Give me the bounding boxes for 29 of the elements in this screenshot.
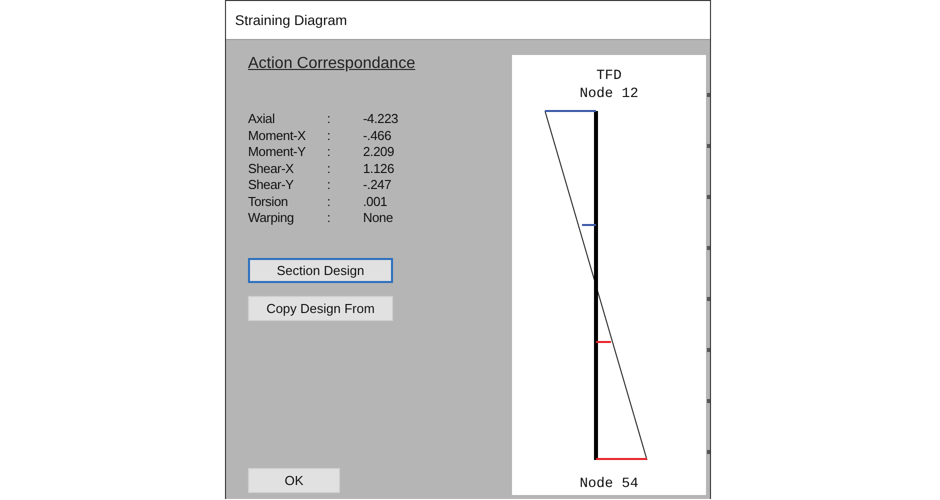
action-value: 1.126 bbox=[363, 160, 394, 177]
colon-separator: : bbox=[327, 177, 330, 194]
action-label: Axial bbox=[248, 111, 275, 128]
design-button[interactable]: Section Design bbox=[248, 258, 393, 282]
colon-separator: : bbox=[327, 160, 330, 177]
colon-separator: : bbox=[327, 194, 330, 210]
action-label: Shear-Y bbox=[248, 177, 294, 194]
colon-separator: : bbox=[327, 111, 330, 128]
colon-separator: : bbox=[327, 210, 330, 226]
action-value: 2.209 bbox=[363, 144, 394, 160]
section-heading: Action Correspondance bbox=[248, 55, 416, 73]
action-value: -4.223 bbox=[363, 111, 398, 128]
action-value: None bbox=[363, 210, 393, 226]
action-label: Shear-X bbox=[248, 160, 294, 177]
node-label: Node 12 bbox=[580, 85, 638, 103]
diagram-title: TFD bbox=[596, 67, 622, 85]
action-value: -.466 bbox=[363, 128, 392, 144]
colon-separator: : bbox=[327, 144, 330, 160]
action-label: Warping bbox=[248, 210, 294, 226]
action-value: .001 bbox=[363, 194, 388, 210]
action-label: Moment-X bbox=[248, 128, 306, 144]
colon-separator: : bbox=[327, 128, 330, 144]
action-label: Torsion bbox=[248, 194, 288, 210]
action-label: Moment-Y bbox=[248, 144, 306, 160]
ok-button[interactable]: OK bbox=[248, 468, 340, 493]
window-title: Straining Diagram bbox=[235, 12, 348, 28]
node-label: Node 54 bbox=[580, 475, 638, 493]
design-button[interactable]: Copy Design From bbox=[248, 296, 393, 320]
action-value: -.247 bbox=[363, 177, 392, 194]
